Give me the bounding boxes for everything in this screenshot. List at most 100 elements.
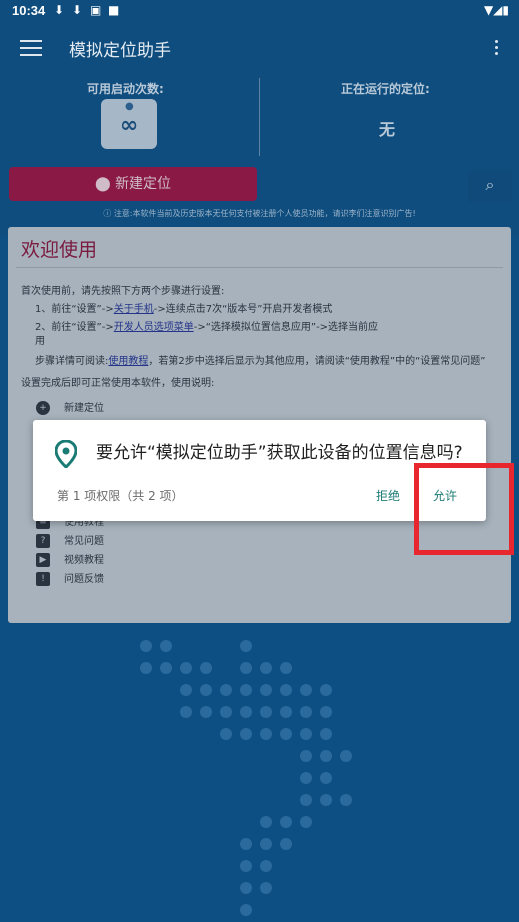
- background-dot: [220, 728, 232, 740]
- menu-item-label: 常见问题: [64, 536, 104, 547]
- background-dot: [140, 640, 152, 652]
- about-phone-link[interactable]: 关于手机: [114, 304, 154, 315]
- notice-text: ⓘ 注意:本软件当前及历史版本无任何支付被注册个人使员功能，请识李们注意识别广告…: [0, 208, 519, 219]
- header-divider: [259, 78, 260, 156]
- background-dot: [280, 684, 292, 696]
- menu-icon[interactable]: [20, 40, 42, 56]
- menu-item-new-location[interactable]: + 新建定位: [36, 399, 104, 415]
- background-dot: [240, 662, 252, 674]
- background-dot: [260, 860, 272, 872]
- step-1-suffix: ->连续点击7次“版本号”开启开发者模式: [153, 304, 333, 315]
- menu-item-video[interactable]: ▶ 视频教程: [36, 551, 104, 567]
- app-title: 模拟定位助手: [69, 41, 171, 61]
- location-icon: [55, 440, 77, 468]
- background-dot: [320, 772, 332, 784]
- detail-text: 步骤详情可阅读:使用教程，若第2步中选择后显示为其他应用，请阅读“使用教程”中的…: [35, 355, 505, 369]
- background-dot: [240, 706, 252, 718]
- background-dot: [200, 662, 212, 674]
- background-dot: [280, 728, 292, 740]
- detail-prefix: 步骤详情可阅读:: [35, 356, 109, 367]
- tutorial-link[interactable]: 使用教程: [108, 356, 148, 367]
- menu-item-label: 问题反馈: [64, 574, 104, 585]
- after-setup-text: 设置完成后即可正常使用本软件，使用说明:: [21, 378, 215, 389]
- background-dot: [300, 816, 312, 828]
- background-dot: [260, 882, 272, 894]
- search-button[interactable]: ⌕: [468, 170, 512, 202]
- step-2-suffix: ->“选择模拟位置信息应用”->选择当前应: [193, 322, 379, 333]
- card-title: 欢迎使用: [21, 239, 98, 261]
- background-dot: [340, 794, 352, 806]
- background-dot: [160, 662, 172, 674]
- detail-suffix: ，若第2步中选择后显示为其他应用，请阅读“使用教程”中的“设置常见问题”: [148, 356, 486, 367]
- background-dot: [280, 816, 292, 828]
- background-dot: [340, 750, 352, 762]
- intro-text: 首次使用前，请先按照下方两个步骤进行设置:: [21, 286, 225, 297]
- background-dot: [320, 794, 332, 806]
- background-dot: [280, 662, 292, 674]
- background-dot: [240, 904, 252, 916]
- highlight-box: [414, 463, 514, 555]
- running-location-value: 无: [379, 120, 396, 139]
- developer-options-link[interactable]: 开发人员选项菜单: [114, 322, 194, 333]
- step-1-prefix: 1、前往“设置”->: [35, 304, 114, 315]
- download-icon: ⬇: [54, 3, 65, 17]
- launch-count-value: ∞: [119, 113, 139, 138]
- download-icon: ⬇: [72, 3, 83, 17]
- background-dot: [260, 684, 272, 696]
- launch-count-box: ● ∞: [101, 99, 157, 149]
- background-dot: [260, 662, 272, 674]
- background-dot: [300, 728, 312, 740]
- status-bar: 10:34 ⬇ ⬇ ▣ ■ ▼◢▮: [0, 0, 519, 22]
- background-dot: [200, 684, 212, 696]
- search-icon: ⌕: [485, 175, 495, 194]
- background-dot: [260, 728, 272, 740]
- background-dot: [220, 706, 232, 718]
- menu-item-label: 视频教程: [64, 555, 104, 566]
- notice-label: 注意:本软件当前及历史版本无任何支付被注册个人使员功能，请识李们注意识别广告!: [113, 209, 416, 218]
- background-dot: [180, 706, 192, 718]
- new-location-label: 新建定位: [115, 176, 172, 192]
- more-options-icon[interactable]: [495, 40, 499, 58]
- menu-item-label: 新建定位: [64, 403, 104, 414]
- permission-count: 第 1 项权限（共 2 项）: [57, 489, 184, 503]
- background-dot: [320, 750, 332, 762]
- background-dot: [320, 706, 332, 718]
- menu-item-feedback[interactable]: ! 问题反馈: [36, 570, 104, 586]
- background-dot: [280, 706, 292, 718]
- background-dot: [300, 750, 312, 762]
- background-dot: [300, 706, 312, 718]
- background-dot: [140, 662, 152, 674]
- new-location-button[interactable]: ⬤ 新建定位: [9, 167, 257, 201]
- background-dot: [300, 684, 312, 696]
- location-pin-icon: ⬤: [94, 176, 111, 192]
- notification-icon: ▣: [90, 3, 102, 17]
- signal-battery-icons: ▼◢▮: [483, 3, 509, 17]
- step-2-wrap: 用: [35, 336, 45, 347]
- step-1: 1、前往“设置”->关于手机->连续点击7次“版本号”开启开发者模式: [35, 303, 332, 317]
- deny-button[interactable]: 拒绝: [376, 487, 400, 504]
- background-dot: [240, 882, 252, 894]
- background-dot: [240, 640, 252, 652]
- step-2: 2、前往“设置”->开发人员选项菜单->“选择模拟位置信息应用”->选择当前应: [35, 321, 378, 335]
- background-dot: [240, 728, 252, 740]
- background-dot: [160, 640, 172, 652]
- toolbar: 模拟定位助手: [0, 22, 519, 74]
- background-dot: [200, 706, 212, 718]
- info-icon: ⓘ: [103, 209, 114, 218]
- background-dot: [240, 860, 252, 872]
- background-dot: [280, 838, 292, 850]
- background-dot: [220, 684, 232, 696]
- launch-count-label: 可用启动次数:: [87, 82, 164, 96]
- background-dot: [320, 728, 332, 740]
- step-2-prefix: 2、前往“设置”->: [35, 322, 114, 333]
- dialog-question: 要允许“模拟定位助手”获取此设备的位置信息吗?: [96, 443, 463, 463]
- background-dot: [240, 838, 252, 850]
- background-dot: [180, 662, 192, 674]
- video-icon: ▶: [36, 553, 50, 567]
- running-location-label: 正在运行的定位:: [341, 82, 430, 96]
- help-icon: ?: [36, 534, 50, 548]
- card-divider: [16, 267, 503, 268]
- background-dot: [260, 816, 272, 828]
- menu-item-faq[interactable]: ? 常见问题: [36, 532, 104, 548]
- header-panel: 可用启动次数: ● ∞ 正在运行的定位: 无 ⬤ 新建定位 ⌕ ⓘ 注意:本软件…: [0, 74, 519, 234]
